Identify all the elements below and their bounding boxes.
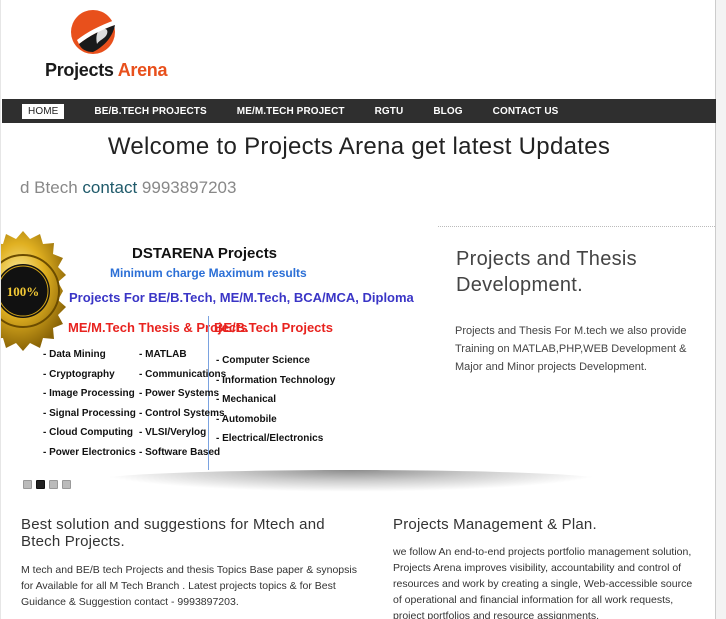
nav-me-mtech-project[interactable]: ME/M.TECH PROJECT [237, 106, 345, 117]
banner-topic: - VLSI/Verylog [139, 427, 207, 438]
logo-word-projects: Projects [45, 60, 114, 80]
banner-topics-col2: - MATLAB - Communications - Power System… [139, 349, 226, 466]
banner-topics-col1: - Data Mining - Cryptography - Image Pro… [43, 349, 136, 466]
slider-divider [438, 226, 717, 227]
banner-be-btech-head: BE/B.Tech Projects [214, 320, 333, 335]
banner-topic: - Power Systems [139, 388, 220, 399]
slide-title: Projects and Thesis Development. [456, 246, 637, 298]
marquee-phone: 9993897203 [137, 178, 237, 197]
logo-text: Projects Arena [45, 60, 168, 81]
banner-topic: - Automobile [216, 413, 277, 425]
banner-topic: - Information Technology [216, 374, 336, 386]
seal-percent-text: 100% [7, 284, 40, 299]
slider-dot-1[interactable] [23, 480, 32, 489]
projects-management-heading: Projects Management & Plan. [393, 516, 597, 533]
banner-topic: - Computer Science [216, 355, 310, 366]
best-solution-heading: Best solution and suggestions for Mtech … [21, 516, 325, 550]
site-logo[interactable]: Projects Arena [45, 6, 175, 82]
best-solution-text: M tech and BE/B tech Projects and thesis… [21, 564, 357, 608]
projects-management-text: we follow An end-to-end projects portfol… [393, 546, 693, 619]
slider-dot-2[interactable] [36, 480, 45, 489]
logo-word-arena: Arena [117, 60, 168, 80]
marquee-contact-link[interactable]: contact [82, 178, 137, 197]
banner-title: DSTARENA Projects [132, 245, 278, 262]
page-frame: Projects Arena HOME BE/B.TECH PROJECTS M… [0, 0, 717, 619]
satisfaction-guarantee-seal-icon: 100% [1, 231, 66, 351]
slider-shadow [91, 470, 611, 492]
main-nav: HOME BE/B.TECH PROJECTS ME/M.TECH PROJEC… [2, 99, 716, 123]
banner-topic: - Control Systems [139, 407, 225, 419]
marquee-text-pre: d Btech [20, 178, 83, 197]
nav-blog[interactable]: BLOG [433, 106, 462, 117]
banner-topic: - Power Electronics [43, 446, 136, 458]
banner-topic: - Image Processing [43, 388, 135, 399]
banner-topic: - Communications [139, 368, 227, 380]
nav-be-btech-projects[interactable]: BE/B.TECH PROJECTS [94, 106, 206, 117]
nav-rgtu[interactable]: RGTU [375, 106, 404, 117]
slide-title-line2: Development. [456, 274, 583, 296]
banner-topic: - Signal Processing [43, 407, 136, 419]
slide-title-line1: Projects and Thesis [456, 248, 637, 270]
slider-dot-3[interactable] [49, 480, 58, 489]
banner-topic: - Cloud Computing [43, 427, 133, 438]
banner-topic: - Data Mining [43, 349, 106, 360]
banner-topic: - Mechanical [216, 394, 277, 405]
welcome-heading: Welcome to Projects Arena get latest Upd… [107, 133, 611, 160]
banner-subtitle: Minimum charge Maximum results [110, 266, 307, 280]
nav-home[interactable]: HOME [22, 103, 65, 119]
contact-marquee: d Btech contact 9993897203 [20, 178, 236, 198]
banner-topic: - MATLAB [139, 349, 187, 360]
banner-topic: - Software Based [139, 446, 221, 458]
banner-projects-for: Projects For BE/B.Tech, ME/M.Tech, BCA/M… [69, 290, 414, 305]
banner-topics-col3: - Computer Science - Information Technol… [216, 355, 335, 453]
banner-topic: - Cryptography [43, 368, 115, 380]
logo-mark-icon [71, 10, 115, 54]
nav-contact-us[interactable]: CONTACT US [493, 106, 559, 117]
banner-topic: - Electrical/Electronics [216, 433, 324, 444]
scrollbar-track[interactable] [716, 0, 726, 619]
slider-dot-4[interactable] [62, 480, 71, 489]
slide-description: Projects and Thesis For M.tech we also p… [455, 325, 687, 373]
slider-pagination [23, 480, 71, 489]
